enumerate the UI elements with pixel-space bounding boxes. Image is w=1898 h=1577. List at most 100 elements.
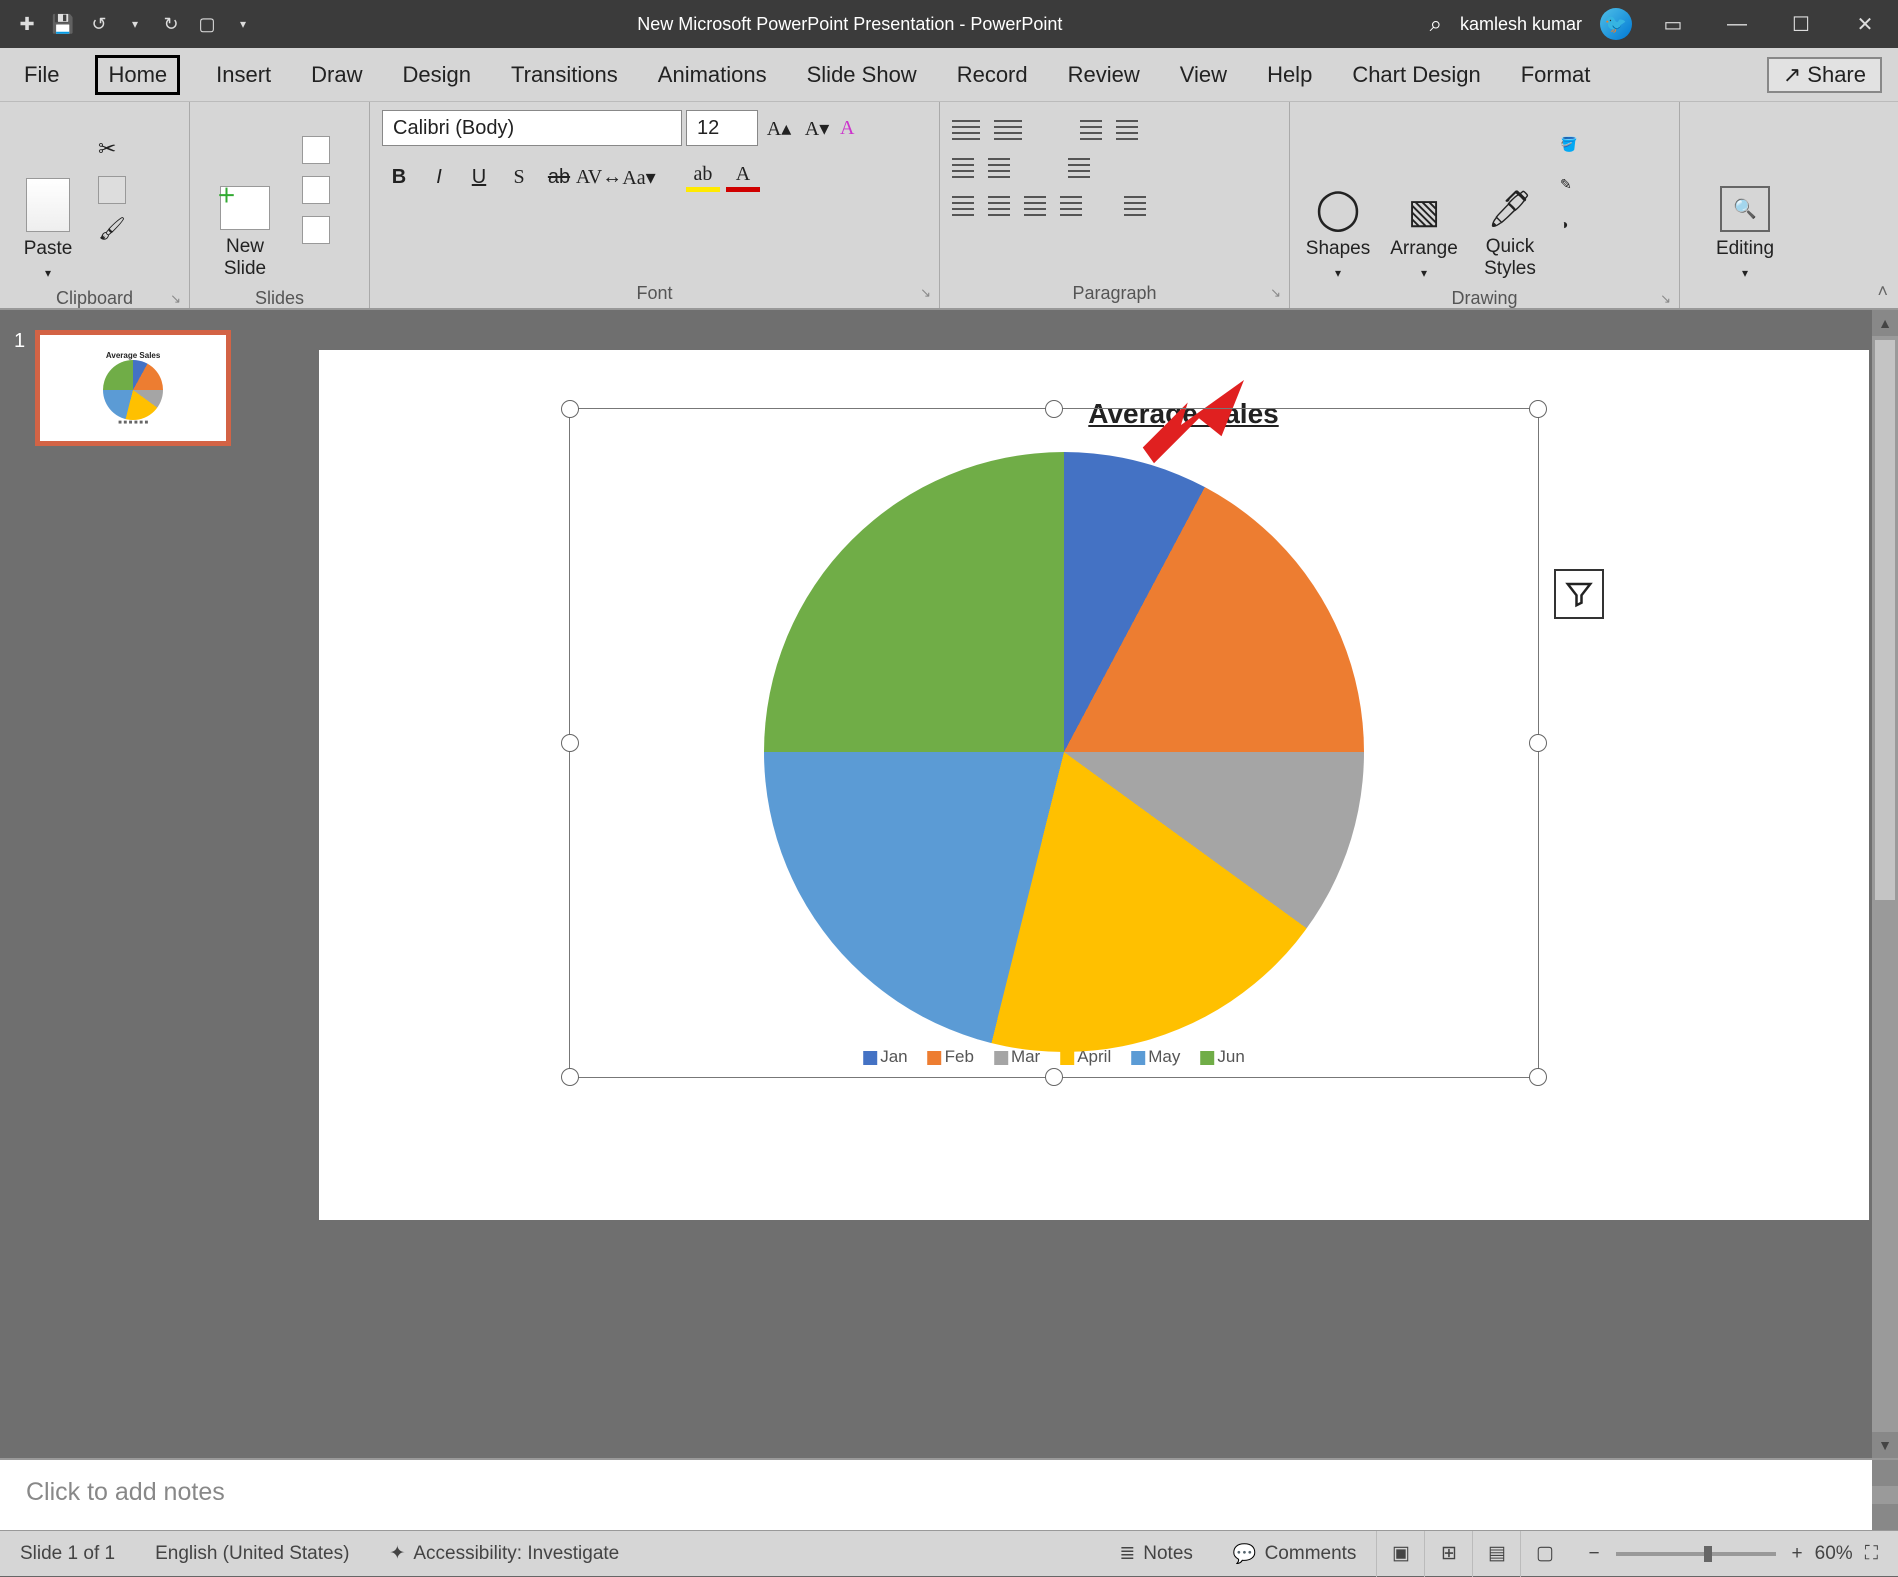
increase-font-icon[interactable]: A▴ <box>762 113 796 143</box>
slide[interactable]: Average Sales Jan Feb Mar <box>319 350 1869 1220</box>
resize-handle-br[interactable] <box>1529 1068 1547 1086</box>
tab-animations[interactable]: Animations <box>654 56 771 94</box>
normal-view-button[interactable]: ▣ <box>1376 1531 1424 1577</box>
search-icon[interactable]: ⌕ <box>1430 11 1442 37</box>
justify-icon[interactable] <box>1060 196 1082 218</box>
undo-icon[interactable]: ↺ <box>86 11 112 37</box>
decrease-font-icon[interactable]: A▾ <box>800 113 834 143</box>
resize-handle-ml[interactable] <box>561 734 579 752</box>
clipboard-dialog-icon[interactable]: ↘ <box>170 291 181 307</box>
comments-button[interactable]: 💬Comments <box>1213 1542 1377 1566</box>
font-dialog-icon[interactable]: ↘ <box>920 285 931 301</box>
paste-button[interactable]: Paste ▾ <box>12 110 84 280</box>
copy-icon[interactable] <box>98 176 126 204</box>
undo-more-icon[interactable]: ▾ <box>122 11 148 37</box>
resize-handle-tl[interactable] <box>561 400 579 418</box>
start-slideshow-icon[interactable]: ▢ <box>194 11 220 37</box>
chart-filter-button[interactable] <box>1554 569 1604 619</box>
close-icon[interactable]: ✕ <box>1842 4 1888 44</box>
drawing-dialog-icon[interactable]: ↘ <box>1660 291 1671 307</box>
bold-button[interactable]: B <box>382 162 416 192</box>
convert-smartart-icon[interactable] <box>1124 196 1146 218</box>
notes-pane[interactable]: Click to add notes ▲ ▼ <box>0 1458 1898 1530</box>
scroll-thumb[interactable] <box>1875 340 1895 900</box>
numbering-icon[interactable] <box>994 120 1022 142</box>
change-case-button[interactable]: Aa▾ <box>622 162 656 192</box>
maximize-icon[interactable]: ☐ <box>1778 4 1824 44</box>
layout-icon[interactable] <box>302 136 330 164</box>
user-avatar-icon[interactable]: 🐦 <box>1600 8 1632 40</box>
reset-icon[interactable] <box>302 176 330 204</box>
tab-insert[interactable]: Insert <box>212 56 275 94</box>
align-text-icon[interactable] <box>1068 158 1090 180</box>
font-size-combo[interactable]: 12 <box>686 110 758 146</box>
tab-file[interactable]: File <box>20 56 63 94</box>
underline-button[interactable]: U <box>462 162 496 192</box>
notes-scroll-up-icon[interactable]: ▲ <box>1872 1460 1898 1486</box>
format-painter-icon[interactable]: 🖌 <box>98 216 126 244</box>
char-spacing-button[interactable]: AV↔ <box>582 162 616 192</box>
line-spacing-icon[interactable] <box>1080 120 1102 142</box>
zoom-in-button[interactable]: + <box>1792 1543 1803 1565</box>
slideshow-view-button[interactable]: ▢ <box>1520 1531 1568 1577</box>
tab-home[interactable]: Home <box>95 55 180 95</box>
editing-button[interactable]: 🔍 Editing▾ <box>1709 110 1781 280</box>
shapes-button[interactable]: ◯ Shapes▾ <box>1302 110 1374 280</box>
notes-button[interactable]: ≣Notes <box>1099 1542 1213 1565</box>
tab-format[interactable]: Format <box>1517 56 1595 94</box>
slide-canvas-area[interactable]: Average Sales Jan Feb Mar <box>290 310 1898 1458</box>
align-right-icon[interactable] <box>1024 196 1046 218</box>
save-icon[interactable]: 💾 <box>50 11 76 37</box>
tab-review[interactable]: Review <box>1064 56 1144 94</box>
tab-record[interactable]: Record <box>953 56 1032 94</box>
section-icon[interactable] <box>302 216 330 244</box>
reading-view-button[interactable]: ▤ <box>1472 1531 1520 1577</box>
zoom-out-button[interactable]: − <box>1588 1543 1599 1565</box>
bullets-icon[interactable] <box>952 120 980 142</box>
scroll-up-icon[interactable]: ▲ <box>1872 310 1898 336</box>
zoom-slider[interactable] <box>1616 1552 1776 1556</box>
font-name-combo[interactable]: Calibri (Body) <box>382 110 682 146</box>
slide-thumbnail-pane[interactable]: 1 Average Sales ■ ■ ■ ■ ■ ■ <box>0 310 290 1458</box>
cut-icon[interactable]: ✂ <box>98 136 126 164</box>
notes-placeholder[interactable]: Click to add notes <box>26 1478 225 1506</box>
paragraph-dialog-icon[interactable]: ↘ <box>1270 285 1281 301</box>
sorter-view-button[interactable]: ⊞ <box>1424 1531 1472 1577</box>
shadow-button[interactable]: S <box>502 162 536 192</box>
fit-to-window-button[interactable]: ⛶ <box>1865 1543 1878 1565</box>
clear-formatting-icon[interactable]: A⃠ <box>838 113 872 143</box>
highlight-color-button[interactable]: ab <box>686 162 720 192</box>
new-slide-button[interactable]: ＋ New Slide <box>202 110 288 280</box>
redo-icon[interactable]: ↻ <box>158 11 184 37</box>
tab-chart-design[interactable]: Chart Design <box>1348 56 1484 94</box>
slide-counter[interactable]: Slide 1 of 1 <box>0 1543 135 1565</box>
vertical-scrollbar[interactable]: ▲ ▼ <box>1872 310 1898 1458</box>
autosave-icon[interactable]: ✚ <box>14 11 40 37</box>
resize-handle-tr[interactable] <box>1529 400 1547 418</box>
shape-fill-icon[interactable]: 🪣 <box>1560 136 1588 164</box>
increase-indent-icon[interactable] <box>988 158 1010 180</box>
ribbon-display-icon[interactable]: ▭ <box>1650 4 1696 44</box>
accessibility-status[interactable]: ✦ Accessibility: Investigate <box>369 1542 639 1565</box>
language-status[interactable]: English (United States) <box>135 1543 369 1565</box>
tab-draw[interactable]: Draw <box>307 56 366 94</box>
tab-slideshow[interactable]: Slide Show <box>803 56 921 94</box>
scroll-down-icon[interactable]: ▼ <box>1872 1432 1898 1458</box>
align-center-icon[interactable] <box>988 196 1010 218</box>
italic-button[interactable]: I <box>422 162 456 192</box>
tab-design[interactable]: Design <box>399 56 475 94</box>
align-left-icon[interactable] <box>952 196 974 218</box>
qat-customize-icon[interactable]: ▾ <box>230 11 256 37</box>
slide-thumbnail-1[interactable]: Average Sales ■ ■ ■ ■ ■ ■ <box>35 330 231 446</box>
tab-help[interactable]: Help <box>1263 56 1316 94</box>
resize-handle-mr[interactable] <box>1529 734 1547 752</box>
quick-styles-button[interactable]: 🖊 Quick Styles <box>1474 110 1546 280</box>
font-color-button[interactable]: A <box>726 162 760 192</box>
zoom-level[interactable]: 60% <box>1807 1543 1861 1565</box>
resize-handle-tm[interactable] <box>1045 400 1063 418</box>
arrange-button[interactable]: ▧ Arrange▾ <box>1388 110 1460 280</box>
share-button[interactable]: ↗ Share <box>1767 57 1882 93</box>
strikethrough-button[interactable]: ab <box>542 162 576 192</box>
zoom-slider-handle[interactable] <box>1704 1546 1712 1562</box>
minimize-icon[interactable]: — <box>1714 4 1760 44</box>
